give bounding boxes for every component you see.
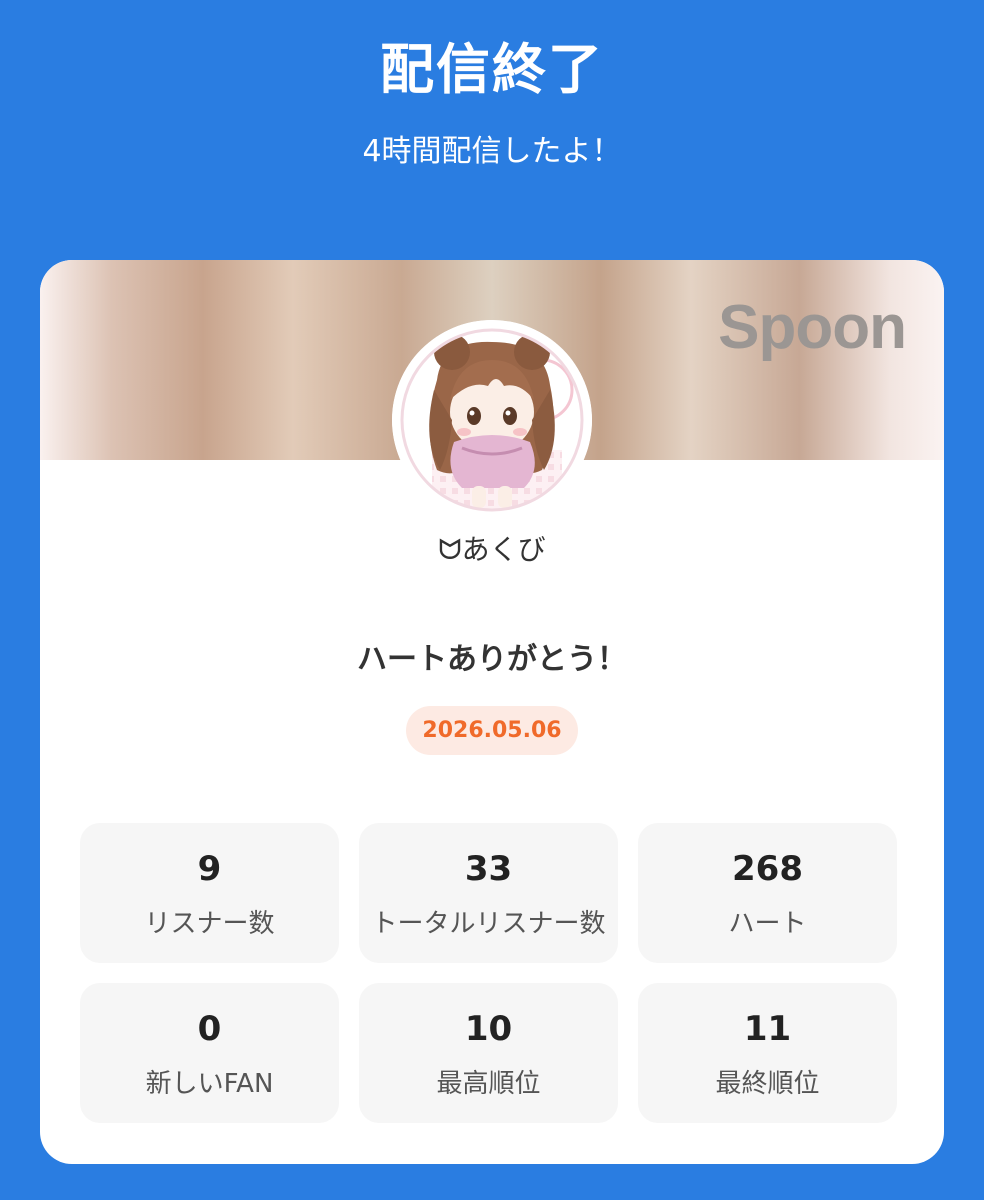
- stat-value: 9: [197, 849, 222, 889]
- broadcast-summary-card: Spoon ᗢあくび ハートありがとう！ 2026.05.06 9 リスナー数 …: [40, 260, 944, 1164]
- stat-listeners: 9 リスナー数: [80, 823, 339, 963]
- spoon-logo: Spoon: [718, 293, 907, 362]
- date-container: 2026.05.06: [40, 706, 944, 755]
- stat-hearts: 268 ハート: [638, 823, 897, 963]
- stat-final-rank: 11 最終順位: [638, 983, 897, 1123]
- profile-avatar[interactable]: [392, 320, 592, 520]
- page-subtitle: 4時間配信したよ！: [362, 134, 622, 169]
- date-badge: 2026.05.06: [406, 706, 578, 755]
- avatar-illustration-icon: [392, 320, 592, 520]
- stat-label: 最高順位: [436, 1069, 541, 1099]
- stat-label: 最終順位: [715, 1069, 820, 1099]
- stat-highest-rank: 10 最高順位: [359, 983, 618, 1123]
- stat-value: 0: [197, 1009, 222, 1049]
- thanks-message: ハートありがとう！: [357, 642, 627, 677]
- stat-label: トータルリスナー数: [371, 909, 606, 939]
- username: ᗢあくび: [438, 533, 546, 566]
- stats-grid: 9 リスナー数 33 トータルリスナー数 268 ハート 0 新しいFAN 10…: [80, 823, 897, 1123]
- stat-label: リスナー数: [144, 909, 275, 939]
- stat-label: ハート: [728, 909, 807, 939]
- stat-label: 新しいFAN: [145, 1069, 274, 1099]
- page-title: 配信終了: [380, 38, 604, 101]
- stat-value: 10: [464, 1009, 513, 1049]
- stat-value: 11: [743, 1009, 792, 1049]
- stat-value: 268: [732, 849, 803, 889]
- stat-total-listeners: 33 トータルリスナー数: [359, 823, 618, 963]
- stat-new-fans: 0 新しいFAN: [80, 983, 339, 1123]
- stat-value: 33: [464, 849, 513, 889]
